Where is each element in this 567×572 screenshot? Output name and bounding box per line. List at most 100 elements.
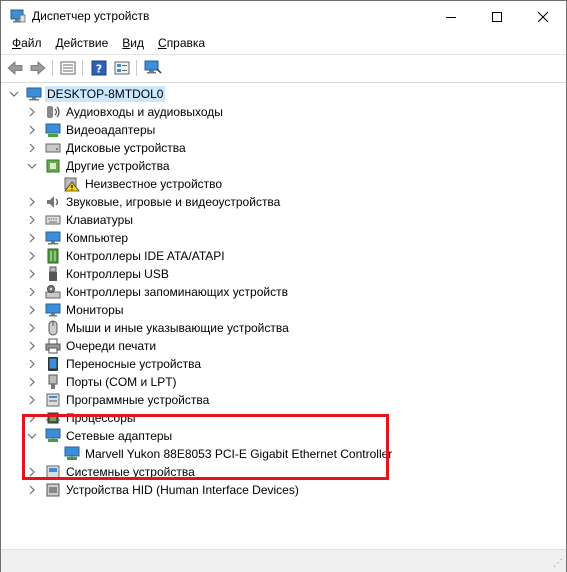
- sound-icon: [47, 196, 59, 208]
- scan-hardware-button[interactable]: [143, 59, 163, 77]
- tree-item-label[interactable]: Аудиовходы и аудиовыходы: [66, 105, 223, 119]
- back-icon: [7, 61, 23, 75]
- tree-item-label[interactable]: Переносные устройства: [66, 357, 201, 371]
- other-devices-icon: [46, 159, 60, 173]
- tree-item-unknown-device[interactable]: Неизвестное устройство: [1, 175, 566, 193]
- show-hidden-button[interactable]: [112, 59, 132, 77]
- tree-root[interactable]: DESKTOP-8MTDOL0: [1, 85, 566, 103]
- toolbar-separator: [82, 60, 83, 76]
- audio-io-icon: [47, 106, 60, 118]
- menu-view[interactable]: Вид: [116, 36, 150, 50]
- tree-item-audio-io[interactable]: Аудиовходы и аудиовыходы: [1, 103, 566, 121]
- chevron-right-icon[interactable]: [27, 143, 37, 153]
- resize-grip-icon[interactable]: ⋰: [553, 558, 563, 569]
- chevron-right-icon[interactable]: [27, 125, 37, 135]
- tree-item-label[interactable]: Программные устройства: [66, 393, 209, 407]
- tree-root-label[interactable]: DESKTOP-8MTDOL0: [45, 86, 166, 102]
- tree-item-label[interactable]: Контроллеры запоминающих устройств: [66, 285, 288, 299]
- menu-action[interactable]: Действие: [50, 36, 115, 50]
- tree-item-label[interactable]: Устройства HID (Human Interface Devices): [66, 483, 299, 497]
- properties-button[interactable]: [58, 59, 78, 77]
- tree-item-label[interactable]: Мониторы: [66, 303, 123, 317]
- tree-item-label[interactable]: Звуковые, игровые и видеоустройства: [66, 195, 280, 209]
- minimize-icon: [446, 16, 456, 18]
- computer-icon: [45, 231, 61, 245]
- storage-controller-icon: [45, 285, 61, 299]
- menu-help[interactable]: Справка: [152, 36, 211, 50]
- tree-item-other-devices[interactable]: Другие устройства: [1, 157, 566, 175]
- tree-item-display-adapters[interactable]: Видеоадаптеры: [1, 121, 566, 139]
- forward-icon: [30, 61, 46, 75]
- chevron-right-icon[interactable]: [27, 305, 37, 315]
- portable-device-icon: [48, 357, 58, 371]
- tree-item-label[interactable]: Контроллеры IDE ATA/ATAPI: [66, 249, 225, 263]
- hid-icon: [46, 483, 60, 497]
- tree-item-label[interactable]: Дисковые устройства: [66, 141, 186, 155]
- tree-item-label[interactable]: Очереди печати: [66, 339, 156, 353]
- toolbar-separator: [52, 60, 53, 76]
- tree-item-monitors[interactable]: Мониторы: [1, 301, 566, 319]
- minimize-button[interactable]: [428, 1, 474, 32]
- chevron-right-icon[interactable]: [27, 485, 37, 495]
- tree-item-label[interactable]: Клавиатуры: [66, 213, 133, 227]
- tree-item-label[interactable]: Другие устройства: [66, 159, 170, 173]
- chevron-right-icon[interactable]: [27, 323, 37, 333]
- display-adapter-icon: [45, 123, 61, 137]
- chevron-right-icon[interactable]: [27, 377, 37, 387]
- tree-item-hid[interactable]: Устройства HID (Human Interface Devices): [1, 481, 566, 499]
- tree-item-label[interactable]: Порты (COM и LPT): [66, 375, 177, 389]
- tree-item-label[interactable]: Видеоадаптеры: [66, 123, 155, 137]
- chevron-down-icon[interactable]: [9, 89, 19, 99]
- tree-item-label[interactable]: Мыши и иные указывающие устройства: [66, 321, 289, 335]
- help-icon: ?: [91, 60, 107, 76]
- chevron-right-icon[interactable]: [27, 215, 37, 225]
- chevron-right-icon[interactable]: [27, 395, 37, 405]
- tree-item-ports[interactable]: Порты (COM и LPT): [1, 373, 566, 391]
- chevron-right-icon[interactable]: [27, 269, 37, 279]
- tree-item-label[interactable]: Неизвестное устройство: [85, 177, 222, 191]
- tree-item-label[interactable]: Контроллеры USB: [66, 267, 169, 281]
- tree-item-software-devices[interactable]: Программные устройства: [1, 391, 566, 409]
- tree-item-storage-controllers[interactable]: Контроллеры запоминающих устройств: [1, 283, 566, 301]
- back-button[interactable]: [5, 59, 25, 77]
- menu-bar: Файл Действие Вид Справка: [1, 32, 566, 53]
- device-manager-window: Диспетчер устройств Файл Действие Вид Сп…: [0, 0, 567, 572]
- chevron-right-icon[interactable]: [27, 251, 37, 261]
- show-hidden-icon: [114, 61, 130, 75]
- status-bar: ⋰: [1, 549, 566, 572]
- highlight-box: [22, 414, 389, 480]
- chevron-down-icon[interactable]: [27, 161, 37, 171]
- chevron-right-icon[interactable]: [27, 107, 37, 117]
- chevron-right-icon[interactable]: [27, 359, 37, 369]
- tree-item-usb-controllers[interactable]: Контроллеры USB: [1, 265, 566, 283]
- usb-icon: [49, 266, 57, 281]
- chevron-right-icon[interactable]: [27, 341, 37, 351]
- computer-icon: [26, 87, 42, 101]
- chevron-right-icon[interactable]: [27, 233, 37, 243]
- tree-item-computer[interactable]: Компьютер: [1, 229, 566, 247]
- chevron-right-icon[interactable]: [27, 287, 37, 297]
- tree-item-ide-controllers[interactable]: Контроллеры IDE ATA/ATAPI: [1, 247, 566, 265]
- title-bar[interactable]: Диспетчер устройств: [1, 1, 566, 32]
- tree-item-sound[interactable]: Звуковые, игровые и видеоустройства: [1, 193, 566, 211]
- unknown-device-warning-icon: [64, 177, 80, 192]
- tree-item-mice[interactable]: Мыши и иные указывающие устройства: [1, 319, 566, 337]
- tree-item-portable-devices[interactable]: Переносные устройства: [1, 355, 566, 373]
- monitor-icon: [45, 303, 61, 317]
- properties-icon: [60, 61, 76, 75]
- help-button[interactable]: ?: [89, 59, 109, 77]
- tree-item-keyboards[interactable]: Клавиатуры: [1, 211, 566, 229]
- svg-text:?: ?: [96, 63, 102, 76]
- tree-item-label[interactable]: Компьютер: [66, 231, 128, 245]
- print-queue-icon: [45, 338, 61, 354]
- chevron-right-icon[interactable]: [27, 197, 37, 207]
- forward-button[interactable]: [28, 59, 48, 77]
- tree-item-print-queues[interactable]: Очереди печати: [1, 337, 566, 355]
- close-button[interactable]: [520, 1, 566, 32]
- menu-file[interactable]: Файл: [6, 36, 48, 50]
- ide-controller-icon: [47, 248, 59, 264]
- maximize-icon: [492, 11, 502, 22]
- maximize-button[interactable]: [474, 1, 520, 32]
- tree-item-disk-drives[interactable]: Дисковые устройства: [1, 139, 566, 157]
- window-title: Диспетчер устройств: [32, 9, 150, 23]
